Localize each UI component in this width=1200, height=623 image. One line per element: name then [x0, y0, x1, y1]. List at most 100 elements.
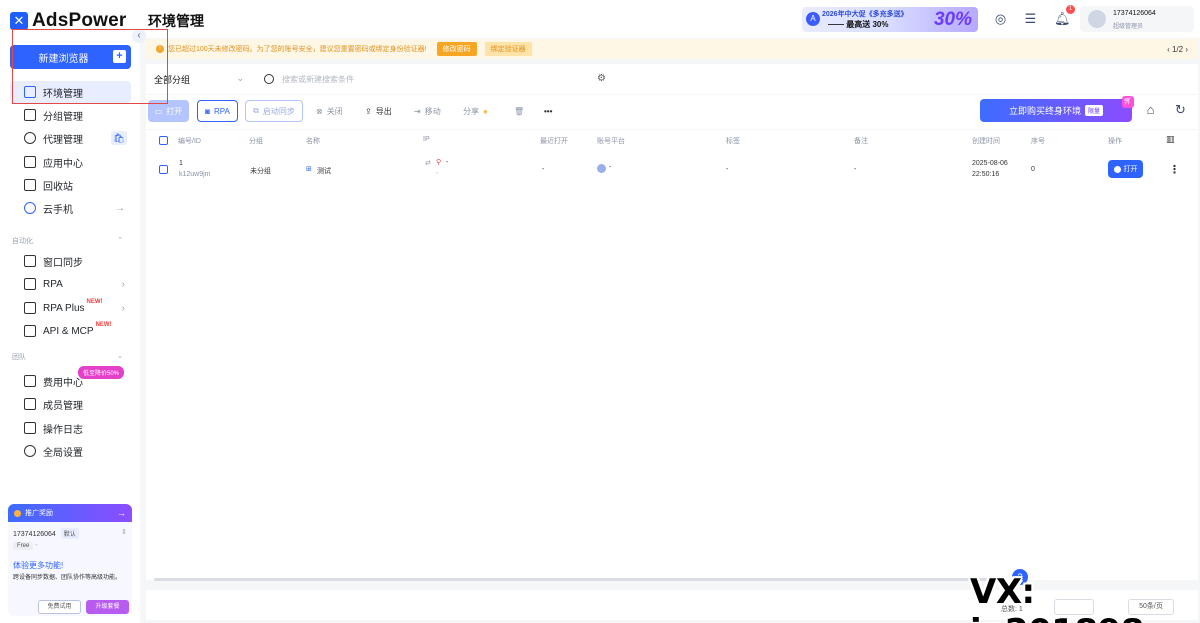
row-note: -: [854, 166, 857, 173]
search-input[interactable]: 搜索或新建搜索条件 ⚙: [256, 68, 612, 90]
sidebar-item-operation-log[interactable]: 操作日志: [10, 417, 131, 439]
buy-lifetime-env-button[interactable]: 立即购买终身环境 限量 🛒︎: [980, 96, 1134, 122]
change-password-button[interactable]: 修改密码: [436, 42, 477, 56]
cloud-phone-icon: [24, 202, 36, 214]
user-menu[interactable]: 17374126064 超级管理员: [1080, 6, 1194, 32]
cart-icon: 🛒︎: [1122, 96, 1134, 108]
open-button[interactable]: ▭ 打开: [148, 100, 189, 122]
banner-logo-icon: A: [806, 12, 820, 26]
settings-icon: [24, 445, 36, 457]
group-select[interactable]: 全部分组 ⌄: [154, 73, 244, 86]
refresh-icon[interactable]: ↻: [1173, 102, 1188, 117]
row-open-button[interactable]: 打开: [1108, 160, 1143, 178]
sidebar-item-label: 云手机: [43, 204, 73, 216]
rpa-icon: [24, 278, 36, 290]
bell-icon[interactable]: 🔔︎: [1054, 11, 1071, 26]
column-header: 标签: [726, 138, 740, 145]
sidebar-item-label: RPA: [43, 278, 63, 290]
section-automation[interactable]: 自动化 ⌃: [12, 236, 127, 246]
plan-badge: Free: [13, 542, 34, 550]
profile-table: 编号/ID 分组 名称 IP 最近打开 账号平台 标签 备注 创建时间 序号 操…: [146, 130, 1198, 581]
new-tag: NEW!: [95, 322, 112, 328]
rpa-button[interactable]: ◙ RPA: [197, 100, 238, 122]
close-button[interactable]: ⊗ 关闭: [316, 100, 343, 122]
row-created-time: 22:50:16: [972, 171, 1000, 178]
sidebar-collapse-button[interactable]: ‹: [132, 29, 146, 43]
sidebar-item-api-mcp[interactable]: API & MCP NEW!: [10, 320, 131, 342]
promo-banner[interactable]: A 2026年中大促《多充多送》 —— 最高送 30% 30%: [802, 7, 978, 32]
more-icon: •••: [544, 106, 553, 116]
row-id[interactable]: k12uw9jm: [179, 171, 211, 178]
move-button[interactable]: ⇥ 移动: [414, 100, 441, 122]
upgrade-plan-button[interactable]: 升级套餐: [86, 600, 129, 614]
task-list-icon[interactable]: ☰: [1023, 11, 1038, 26]
notice-pager[interactable]: ‹ 1/2 ›: [1167, 45, 1188, 54]
page-title: 环境管理: [148, 13, 204, 29]
section-team[interactable]: 团队 ⌄: [12, 352, 127, 362]
account-phone: 17374126064: [13, 531, 56, 538]
promo-description: 跨设备同步数据、团队协作等高级功能。: [13, 575, 122, 581]
free-trial-button[interactable]: 免费试用: [38, 600, 81, 614]
account-row[interactable]: 17374126064 默认 ⇕: [8, 528, 132, 539]
column-header[interactable]: 最近打开: [540, 136, 568, 146]
more-button[interactable]: •••: [544, 100, 552, 122]
plan-expiry: -: [35, 542, 38, 549]
row-group: 未分组: [250, 168, 271, 175]
sidebar-item-global-settings[interactable]: 全局设置: [10, 440, 131, 462]
sidebar-item-rpa[interactable]: RPA ›: [10, 273, 131, 295]
horizontal-scrollbar[interactable]: [154, 578, 994, 581]
upload-icon: ⇪: [365, 106, 372, 116]
select-all-checkbox[interactable]: [159, 136, 168, 145]
referral-banner[interactable]: 推广奖励 →: [8, 504, 132, 522]
sidebar-item-window-sync[interactable]: 窗口同步: [10, 250, 131, 272]
new-browser-button[interactable]: 新建浏览器 +: [10, 45, 131, 69]
column-header[interactable]: 编号/ID: [178, 136, 201, 146]
trash-icon: [24, 179, 36, 191]
sidebar-item-env-management[interactable]: 环境管理: [10, 81, 131, 103]
delete-button[interactable]: 🗑︎: [514, 100, 524, 122]
sidebar-item-cloud-phone[interactable]: 云手机 →: [10, 197, 131, 219]
sidebar-item-proxy-management[interactable]: 代理管理 🛍: [10, 127, 131, 149]
search-placeholder: 搜索或新建搜索条件: [282, 74, 354, 84]
row-more-icon[interactable]: ⋮: [1169, 163, 1180, 176]
add-icon[interactable]: +: [113, 50, 126, 63]
coin-icon: ●: [483, 106, 488, 116]
sidebar-item-label: 成员管理: [43, 400, 83, 412]
section-label: 自动化: [12, 238, 33, 245]
row-name[interactable]: 测试: [317, 166, 331, 176]
apps-icon: [24, 156, 36, 168]
shop-bag-icon[interactable]: 🛍: [111, 131, 127, 145]
switch-account-icon[interactable]: ⇕: [121, 528, 127, 536]
column-header: 备注: [854, 138, 868, 145]
column-header[interactable]: 名称: [306, 136, 320, 146]
sidebar-item-group-management[interactable]: 分组管理: [10, 104, 131, 126]
row-seq: 0: [1031, 166, 1035, 173]
sidebar-item-billing[interactable]: 费用中心: [10, 370, 131, 392]
sidebar-item-members[interactable]: 成员管理: [10, 393, 131, 415]
robot-icon: ◙: [205, 106, 210, 116]
chevron-right-icon: ›: [121, 278, 125, 290]
app-logo[interactable]: ✕ AdsPower: [10, 10, 127, 32]
table-header: 编号/ID 分组 名称 IP 最近打开 账号平台 标签 备注 创建时间 序号 操…: [146, 130, 1198, 150]
tag-icon[interactable]: ⌂: [1143, 102, 1158, 117]
sidebar-item-recycle-bin[interactable]: 回收站: [10, 174, 131, 196]
share-button[interactable]: 分享 ●: [463, 100, 488, 122]
row-checkbox[interactable]: [159, 165, 168, 174]
filter-settings-icon[interactable]: ⚙: [597, 73, 606, 84]
referral-title: 推广奖励: [25, 510, 53, 517]
sync-status-icon[interactable]: ◎: [993, 11, 1008, 26]
column-header[interactable]: 序号: [1031, 136, 1045, 146]
search-icon: [264, 74, 274, 84]
bind-authenticator-button[interactable]: 绑定验证器: [484, 42, 532, 56]
start-sync-button[interactable]: ⧉ 启动同步: [245, 100, 303, 122]
sidebar-item-rpa-plus[interactable]: RPA Plus NEW! ›: [10, 297, 131, 319]
table-row[interactable]: 1 k12uw9jm 未分组 ⊞ 测试 ⇄ ⚲ - - - - - - 2025…: [146, 154, 1198, 186]
column-header[interactable]: 创建时间: [972, 136, 1000, 146]
sidebar-item-app-center[interactable]: 应用中心: [10, 151, 131, 173]
column-settings-icon[interactable]: ▥: [1166, 134, 1175, 145]
section-label: 团队: [12, 354, 26, 361]
export-button[interactable]: ⇪ 导出: [365, 100, 392, 122]
row-ip-location: -: [436, 170, 439, 177]
filter-bar: 全部分组 ⌄ 搜索或新建搜索条件 ⚙: [146, 64, 1198, 94]
sync-label: 启动同步: [262, 106, 295, 116]
